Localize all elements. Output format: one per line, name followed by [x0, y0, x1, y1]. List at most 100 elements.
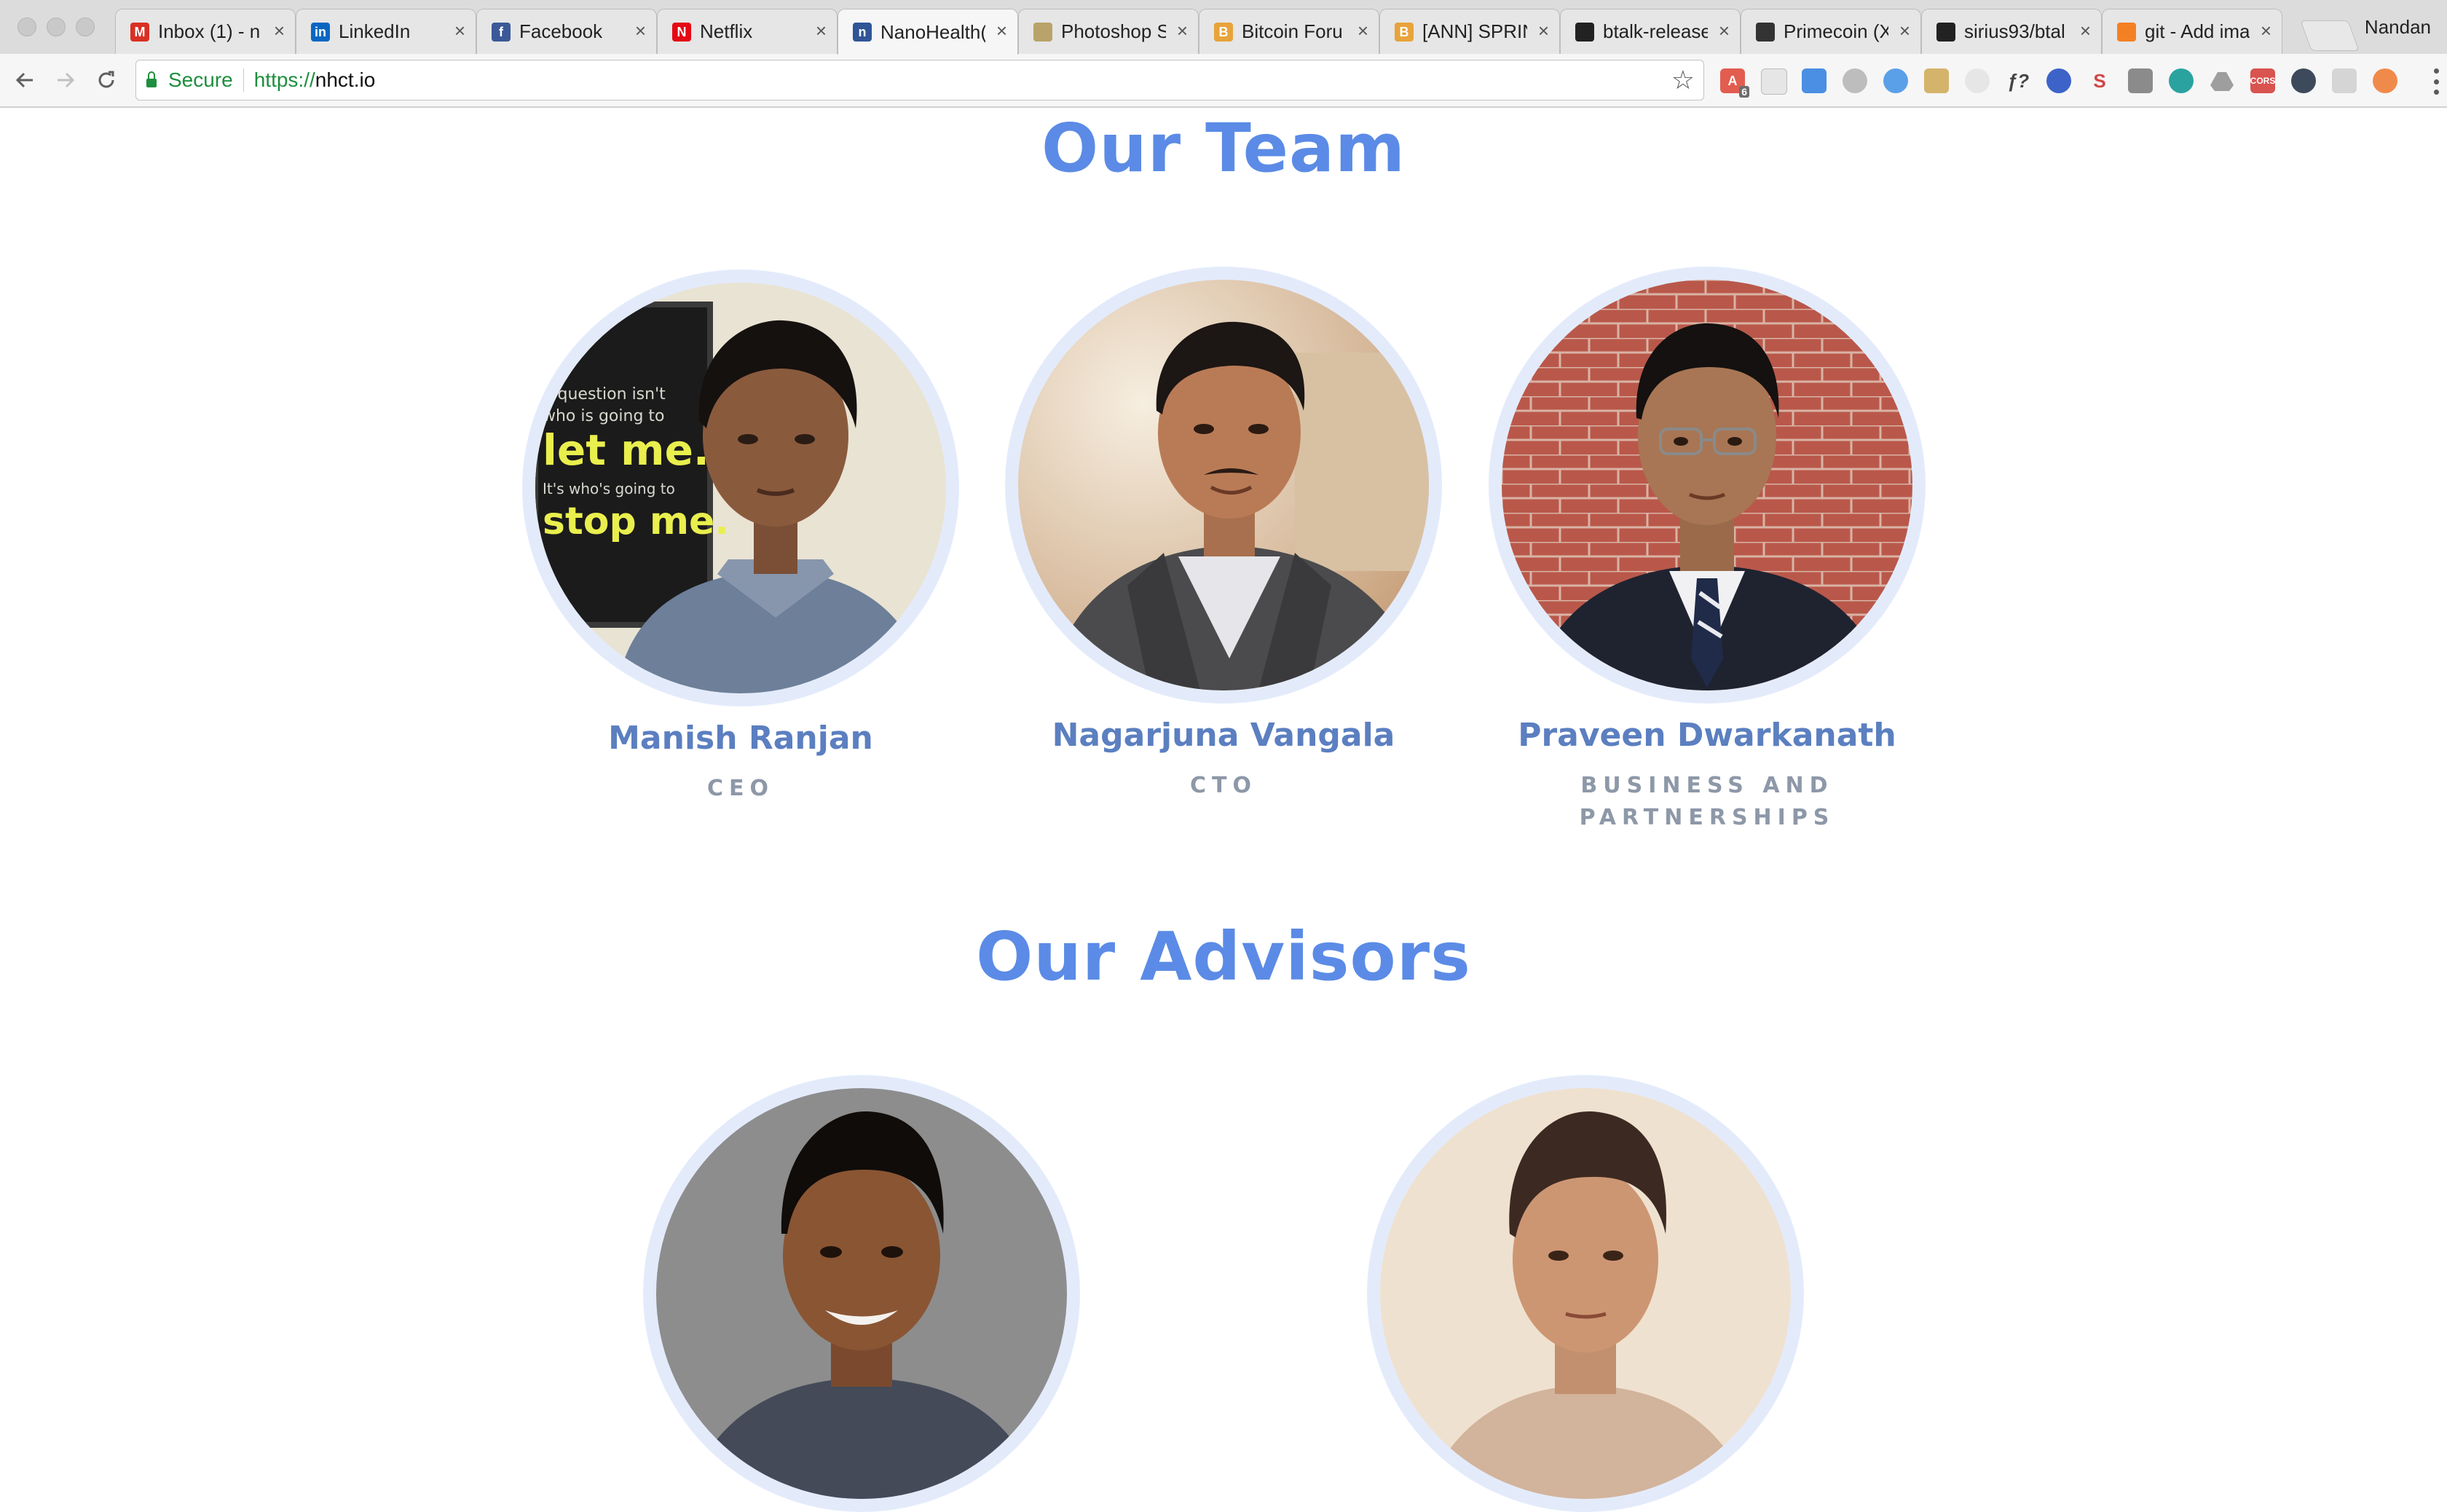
reload-button[interactable]	[90, 64, 122, 96]
browser-tab[interactable]: M Inbox (1) - n ×	[115, 9, 296, 54]
member-name: Manish Ranjan	[608, 720, 873, 757]
avatar-ring	[643, 1075, 1080, 1512]
browser-tab[interactable]: N Netflix ×	[657, 9, 838, 54]
avatar-ring	[1005, 267, 1442, 704]
team-heading: Our Team	[1041, 109, 1406, 187]
poster-line: stop me.	[543, 500, 729, 543]
omnibox-divider	[243, 68, 244, 92]
extension-s-icon[interactable]: S	[2087, 68, 2112, 93]
address-bar[interactable]: Secure https://nhct.io ☆	[135, 60, 1704, 101]
tab-title: git - Add ima	[2145, 20, 2250, 42]
tab-close-icon[interactable]: ×	[1538, 20, 1549, 42]
extension-orange-icon[interactable]	[2373, 68, 2397, 93]
avatar-ring: e question isn't who is going to let me.…	[522, 269, 959, 706]
browser-toolbar: Secure https://nhct.io ☆ A6 ƒ? S CORS	[0, 54, 2447, 108]
browser-tab[interactable]: in LinkedIn ×	[296, 9, 476, 54]
advisor-card	[1360, 1075, 1811, 1512]
avatar-ring	[1367, 1075, 1804, 1512]
extension-react-icon[interactable]	[1883, 68, 1908, 93]
poster-line: let me.	[543, 425, 709, 475]
team-member-card: Praveen Dwarkanath BUSINESS AND PARTNERS…	[1481, 267, 1933, 834]
tab-close-icon[interactable]: ×	[2261, 20, 2271, 42]
bookmark-star-icon[interactable]: ☆	[1671, 65, 1695, 95]
extension-square-icon[interactable]	[2332, 68, 2357, 93]
extension-folder-icon[interactable]	[1924, 68, 1949, 93]
browser-tab[interactable]: Primecoin (X ×	[1741, 9, 1921, 54]
tab-close-icon[interactable]: ×	[1899, 20, 1910, 42]
member-role: BUSINESS AND PARTNERSHIPS	[1579, 773, 1835, 830]
extension-react-devtools-icon[interactable]	[2291, 68, 2316, 93]
advisor-card	[636, 1075, 1087, 1512]
browser-tab[interactable]: B [ANN] SPRIN ×	[1379, 9, 1560, 54]
tab-close-icon[interactable]: ×	[1358, 20, 1368, 42]
zoom-window-button[interactable]	[76, 17, 95, 36]
tab-close-icon[interactable]: ×	[816, 20, 827, 42]
linkedin-icon: in	[311, 23, 330, 42]
bitcoin-icon: B	[1395, 23, 1414, 42]
tab-close-icon[interactable]: ×	[2080, 20, 2091, 42]
team-member-card: Nagarjuna Vangala CTO	[998, 267, 1449, 802]
forward-button[interactable]	[50, 64, 82, 96]
tab-close-icon[interactable]: ×	[1719, 20, 1730, 42]
tab-title: LinkedIn	[339, 20, 411, 42]
photoshop-icon	[1033, 23, 1052, 42]
tab-close-icon[interactable]: ×	[635, 20, 646, 42]
member-name: Praveen Dwarkanath	[1518, 717, 1896, 754]
extension-teal-icon[interactable]	[2169, 68, 2194, 93]
portrait-photo	[1502, 280, 1912, 690]
tab-title: NanoHealth(	[880, 20, 985, 43]
tab-list: M Inbox (1) - n × in LinkedIn × f Facebook × N Net…	[115, 9, 2282, 55]
browser-tab[interactable]: f Facebook ×	[476, 9, 657, 54]
browser-tab[interactable]: git - Add ima ×	[2102, 9, 2282, 54]
tab-close-icon[interactable]: ×	[274, 20, 285, 42]
member-role: CTO	[1190, 773, 1257, 798]
facebook-icon: f	[492, 23, 511, 42]
poster-line: It's who's going to	[543, 480, 675, 497]
bitcoin-icon: B	[1214, 23, 1233, 42]
extension-page-icon[interactable]	[1761, 68, 1787, 95]
tab-strip: M Inbox (1) - n × in LinkedIn × f Facebook × N Net…	[0, 0, 2447, 55]
arrow-left-icon	[15, 72, 33, 88]
back-button[interactable]	[9, 64, 41, 96]
browser-tab[interactable]: sirius93/btal ×	[1921, 9, 2102, 54]
portrait-photo	[1018, 280, 1429, 690]
browser-tab[interactable]: btalk-release ×	[1560, 9, 1741, 54]
extension-tab-icon[interactable]	[1802, 68, 1827, 93]
portrait-photo: e question isn't who is going to let me.…	[535, 283, 946, 693]
poster-line: who is going to	[543, 407, 664, 425]
portrait-photo	[656, 1088, 1067, 1499]
avatar	[1380, 1088, 1791, 1499]
netflix-icon: N	[672, 23, 691, 42]
tab-title: Netflix	[700, 20, 753, 42]
arrow-right-icon	[58, 72, 75, 88]
tab-title: sirius93/btal	[1964, 20, 2065, 42]
secure-label: Secure	[168, 68, 233, 91]
minimize-window-button[interactable]	[47, 17, 66, 36]
tab-close-icon[interactable]: ×	[1177, 20, 1188, 42]
extension-bars-icon[interactable]	[2128, 68, 2153, 93]
profile-name[interactable]: Nandan	[2365, 16, 2431, 39]
extension-globe-icon[interactable]	[2046, 68, 2071, 93]
extension-ghost-icon[interactable]	[1965, 68, 1990, 93]
chrome-menu-button[interactable]	[2432, 68, 2440, 95]
avatar	[1018, 280, 1429, 690]
tab-close-icon[interactable]: ×	[454, 20, 465, 42]
tab-title: Facebook	[519, 20, 603, 42]
browser-tab[interactable]: Photoshop S ×	[1018, 9, 1199, 54]
close-window-button[interactable]	[17, 17, 36, 36]
tab-title: btalk-release	[1603, 20, 1708, 42]
reload-icon	[98, 71, 114, 88]
lock-icon	[146, 71, 157, 87]
extension-cors-icon[interactable]: CORS	[2250, 68, 2275, 93]
new-tab-button[interactable]	[2300, 20, 2360, 51]
tab-close-icon[interactable]: ×	[996, 20, 1007, 42]
browser-tab[interactable]: n NanoHealth(×	[838, 9, 1018, 55]
extension-drive-icon[interactable]	[2210, 68, 2234, 93]
member-role: CEO	[706, 776, 774, 801]
extension-abp-icon[interactable]: A6	[1720, 68, 1749, 98]
extension-whatfont-icon[interactable]: ƒ?	[2006, 68, 2030, 93]
avatar	[1502, 280, 1912, 690]
url-scheme: https://	[253, 68, 315, 91]
extension-circle-icon[interactable]	[1843, 68, 1867, 93]
browser-tab[interactable]: B Bitcoin Foru ×	[1199, 9, 1379, 54]
